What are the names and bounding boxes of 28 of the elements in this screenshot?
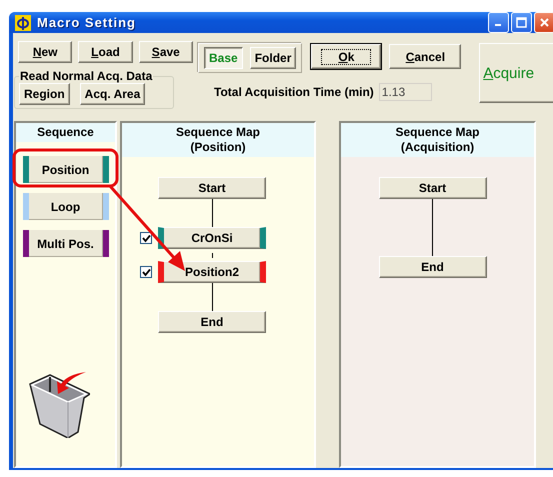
toolbar-button[interactable]: Load: [78, 41, 133, 63]
sequence-node[interactable]: Position2: [158, 261, 266, 283]
toolbar-button[interactable]: Save: [138, 41, 193, 63]
read-button[interactable]: Region: [19, 83, 70, 105]
toggle-button[interactable]: Base: [204, 47, 243, 69]
ok-button[interactable]: Ok: [311, 44, 382, 69]
panel-title: Sequence: [37, 125, 94, 140]
group-title: Read Normal Acq. Data: [19, 69, 154, 83]
acquire-button[interactable]: Acquire: [479, 43, 553, 103]
terminal-node[interactable]: Start: [158, 177, 266, 199]
terminal-node[interactable]: End: [378, 256, 486, 278]
time-label: Total Acquisition Time (min): [214, 85, 374, 99]
sequence-item[interactable]: Loop: [22, 193, 108, 220]
toggle-button[interactable]: Folder: [250, 47, 296, 69]
sequence-item[interactable]: Position: [22, 156, 108, 183]
panel-title: Sequence Map: [176, 125, 260, 140]
toolbar-button[interactable]: New: [18, 41, 72, 63]
terminal-node[interactable]: End: [158, 311, 266, 333]
panel-title: Sequence Map: [395, 125, 480, 140]
read-button[interactable]: Acq. Area: [80, 83, 146, 105]
window-title: Macro Setting: [37, 15, 137, 30]
time-field[interactable]: 1.13: [378, 83, 432, 101]
cancel-button[interactable]: Cancel: [389, 44, 462, 69]
terminal-node[interactable]: Start: [378, 177, 486, 199]
sequence-item[interactable]: Multi Pos.: [22, 230, 108, 257]
panel-subtitle: (Position): [190, 140, 246, 155]
sequence-node[interactable]: CrOnSi: [158, 227, 266, 249]
panel-subtitle: (Acquisition): [400, 140, 474, 155]
